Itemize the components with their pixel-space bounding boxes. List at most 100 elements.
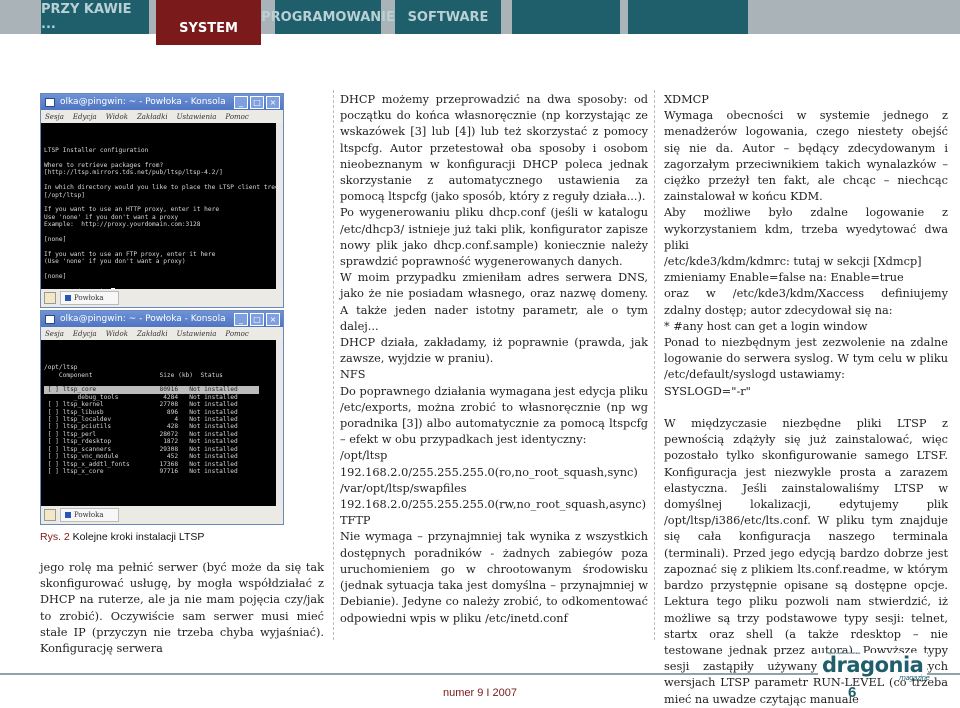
terminal-output: /opt/ltsp Component Size (kb) Status [ ]… (41, 340, 283, 506)
menu-edycja[interactable]: Edycja (73, 330, 97, 338)
cursor (111, 287, 116, 289)
column-3-text: XDMCP Wymaga obecności w systemie jednego… (664, 92, 948, 708)
logo-tagline: Magazyn użytkowników Linuksa (826, 651, 860, 655)
close-icon[interactable]: × (266, 96, 280, 109)
terminal-line: Where to retrieve packages from? (44, 162, 164, 170)
issue-info: numer 9 I 2007 (443, 687, 517, 699)
session-tab-label: Powłoka (74, 511, 104, 519)
paragraph: NFS (340, 368, 366, 382)
menu-zakladki[interactable]: Zakładki (137, 113, 168, 121)
terminal-icon (65, 295, 71, 301)
terminal-output: LTSP Installer configuration Where to re… (41, 123, 283, 289)
minimize-icon[interactable]: _ (234, 96, 248, 109)
tab-system[interactable]: SYSTEM (156, 0, 261, 45)
table-header: Component Size (kb) Status (44, 371, 223, 379)
menu-widok[interactable]: Widok (106, 113, 128, 121)
session-tab-label: Powłoka (74, 294, 104, 302)
terminal-line: [http://ltsp.mirrors.tds.net/pub/ltsp/lt… (44, 169, 223, 177)
maximize-icon[interactable]: □ (250, 96, 264, 109)
paragraph: /etc/kde3/kdm/kdmrc: tutaj w sekcji [Xdm… (664, 255, 922, 269)
menu-pomoc[interactable]: Pomoc (225, 113, 248, 121)
window-tabbar: Powłoka (41, 506, 283, 524)
column-2-text: DHCP możemy przeprowadzić na dwa sposoby… (340, 92, 648, 627)
tab-blank-2[interactable] (628, 0, 748, 34)
maximize-icon[interactable]: □ (250, 313, 264, 326)
page-number: 6 (848, 684, 857, 701)
new-session-icon[interactable] (44, 292, 56, 304)
table-row[interactable]: [ ] ltsp_perl 28072 Not installed (44, 431, 280, 438)
footer-rule (0, 673, 960, 675)
table-row[interactable]: [ ] ltsp_localdev 4 Not installed (44, 416, 280, 423)
session-tab[interactable]: Powłoka (60, 291, 119, 305)
menu-zakladki[interactable]: Zakładki (137, 330, 168, 338)
table-row[interactable]: [ ] ltsp_kernel 27708 Not installed (44, 401, 280, 408)
logo-subtitle: magazine (899, 674, 930, 682)
paragraph (664, 400, 948, 416)
window-menubar: Sesja Edycja Widok Zakładki Ustawienia P… (41, 110, 283, 123)
tab-blank-1[interactable] (512, 0, 620, 34)
column-divider (654, 90, 655, 640)
menu-sesja[interactable]: Sesja (45, 330, 64, 338)
menu-widok[interactable]: Widok (106, 330, 128, 338)
scrollbar[interactable] (276, 340, 283, 506)
tab-programowanie[interactable]: PROGRAMOWANIE (261, 0, 395, 34)
menu-edycja[interactable]: Edycja (73, 113, 97, 121)
terminal-window-component-select: olka@pingwin: ~ - Powłoka - Konsola _ □ … (40, 310, 284, 525)
new-session-icon[interactable] (44, 509, 56, 521)
paragraph: Po wygenerowaniu pliku dhcp.conf (jeśli … (340, 206, 648, 269)
tab-software[interactable]: SOFTWARE (395, 0, 501, 34)
terminal-icon (65, 512, 71, 518)
menu-sesja[interactable]: Sesja (45, 113, 64, 121)
paragraph: Nie wymaga – przynajmniej tak wynika z w… (340, 530, 648, 625)
figure-caption-text: Kolejne kroki instalacji LTSP (69, 531, 205, 543)
konsole-icon (45, 314, 55, 324)
table-row[interactable]: [ ] ltsp_libusb 896 Not installed (44, 409, 280, 416)
minimize-icon[interactable]: _ (234, 313, 248, 326)
scrollbar[interactable] (276, 123, 283, 289)
menu-pomoc[interactable]: Pomoc (225, 330, 248, 338)
paragraph: Aby możliwe było zdalne logowanie z wyko… (664, 206, 948, 252)
menu-ustawienia[interactable]: Ustawienia (177, 113, 217, 121)
session-tab[interactable]: Powłoka (60, 508, 119, 522)
paragraph: Ponad to niezbędnym jest zezwolenie na z… (664, 336, 948, 382)
terminal-line: (Use 'none' if you don't want a proxy) (44, 258, 186, 266)
table-row[interactable]: [ ] ltsp_core 80916 Not installed (44, 386, 280, 394)
tab-przy-kawie[interactable]: PRZY KAWIE ... (41, 0, 149, 34)
table-row[interactable]: [ ] ltsp_x_core 97716 Not installed (44, 468, 280, 475)
terminal-line: Use 'none' if you don't want a proxy (44, 213, 179, 221)
window-titlebar: olka@pingwin: ~ - Powłoka - Konsola _ □ … (41, 311, 283, 327)
terminal-line: If you want to use an HTTP proxy, enter … (44, 206, 220, 214)
table-row[interactable]: [ ] ltsp_rdesktop 1872 Not installed (44, 438, 280, 445)
table-row[interactable]: _debug_tools 4284 Not installed (44, 394, 280, 401)
window-title: olka@pingwin: ~ - Powłoka - Konsola (60, 314, 226, 324)
terminal-window-installer-config: olka@pingwin: ~ - Powłoka - Konsola _ □ … (40, 93, 284, 308)
close-icon[interactable]: × (266, 313, 280, 326)
terminal-line: Example: http://proxy.yourdomain.com:312… (44, 221, 201, 229)
table-row[interactable]: [ ] ltsp_x_addtl_fonts 17368 Not install… (44, 461, 280, 468)
paragraph: 192.168.2.0/255.255.255.0(rw,no_root_squ… (340, 498, 646, 512)
figure-caption: Rys. 2 Kolejne kroki instalacji LTSP (40, 531, 204, 543)
column-divider (333, 90, 334, 640)
terminal-line: LTSP Installer configuration (44, 147, 149, 155)
paragraph: W moim przypadku zmieniłam adres serwera… (340, 271, 648, 333)
table-row[interactable]: [ ] ltsp_pciutils 428 Not installed (44, 423, 280, 430)
menu-ustawienia[interactable]: Ustawienia (177, 330, 217, 338)
paragraph: TFTP (340, 514, 371, 528)
table-row[interactable]: [ ] ltsp_vnc_module 452 Not installed (44, 453, 280, 460)
window-titlebar: olka@pingwin: ~ - Powłoka - Konsola _ □ … (41, 94, 283, 110)
paragraph: Do poprawnego działania wymagana jest ed… (340, 384, 648, 447)
terminal-path: /opt/ltsp (44, 364, 78, 372)
table-row[interactable]: [ ] ltsp_scanners 29308 Not installed (44, 446, 280, 453)
terminal-line: Correct? (y/n/c) y (44, 287, 280, 289)
